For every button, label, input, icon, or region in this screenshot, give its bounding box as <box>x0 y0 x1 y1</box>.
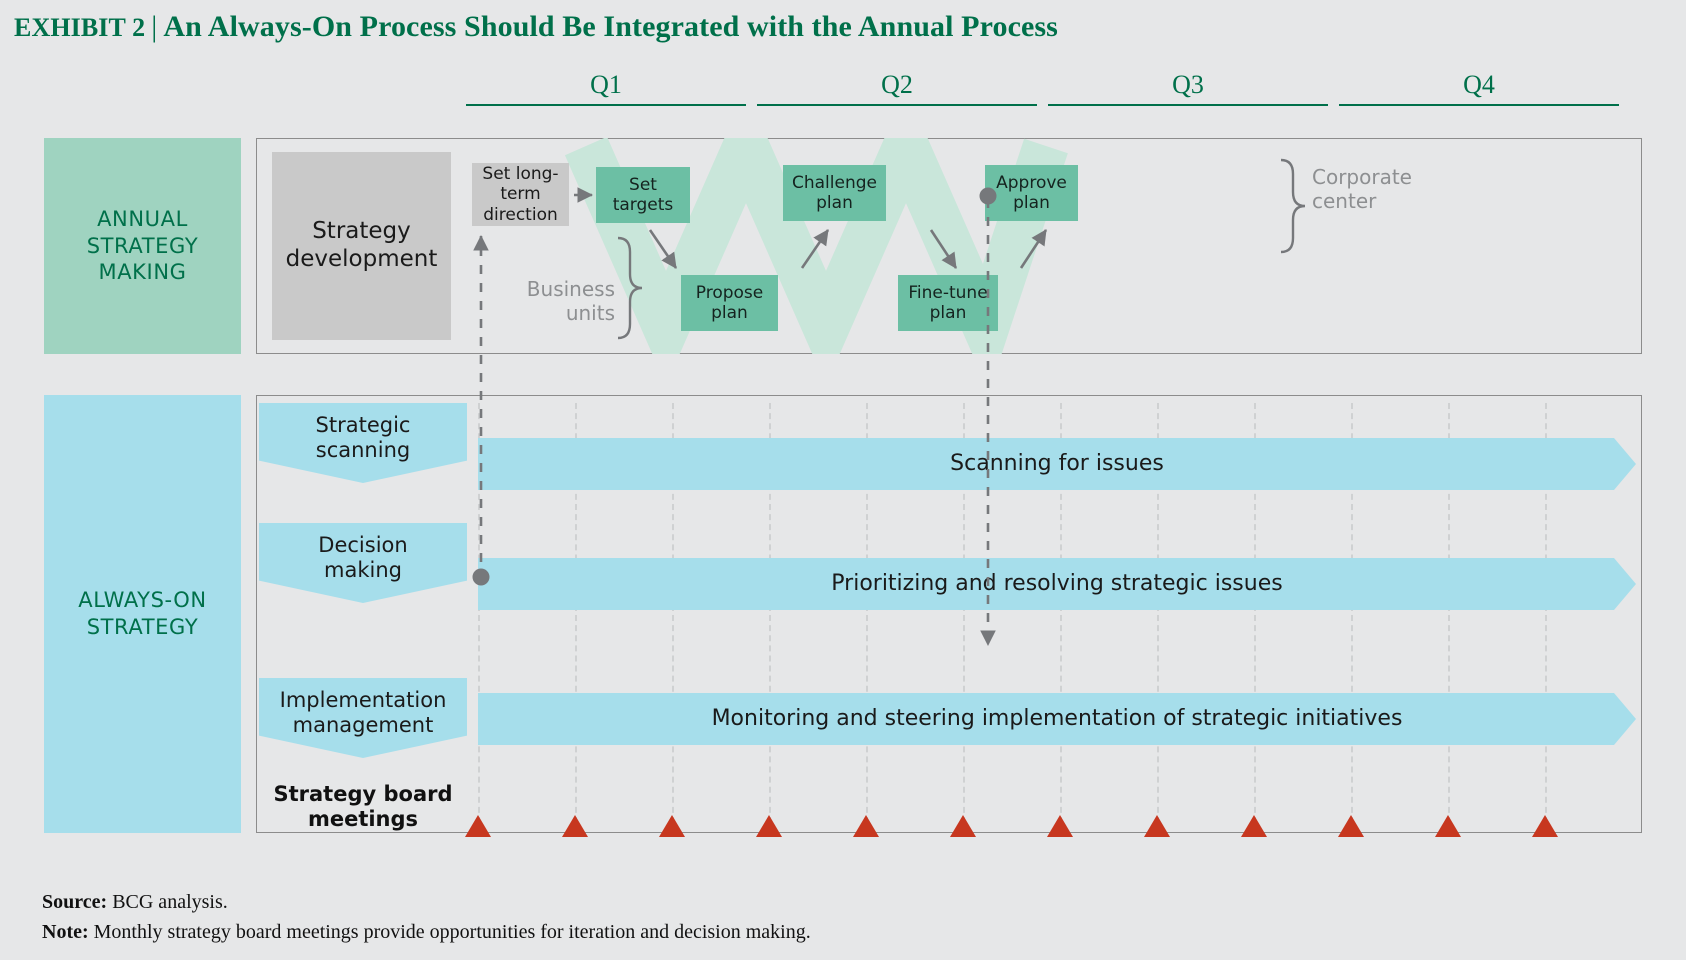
connector-longterm-to-decision <box>472 234 490 586</box>
meeting-marker <box>465 815 491 837</box>
row-label-line-2: making <box>324 558 402 582</box>
note-text: Monthly strategy board meetings provide … <box>93 921 811 943</box>
meeting-marker <box>756 815 782 837</box>
corporate-center-label: Corporate center <box>1312 165 1482 213</box>
row-label-line-1: Strategic <box>315 412 411 437</box>
band-line-2: STRATEGY <box>86 233 199 258</box>
corporate-center-line-2: center <box>1312 189 1377 213</box>
title-headline: An Always-On Process Should Be Integrate… <box>163 10 1058 43</box>
meeting-marker <box>562 815 588 837</box>
band-line-1: ALWAYS-ON <box>78 588 207 613</box>
bar-text: Monitoring and steering implementation o… <box>711 705 1403 731</box>
sbm-line-2: meetings <box>307 807 419 832</box>
row-label-line-1: Implementation <box>279 687 447 712</box>
meeting-marker <box>1532 815 1558 837</box>
source-label: Source: <box>42 891 108 913</box>
note-label: Note: <box>42 921 89 943</box>
footer-source: Source: BCG analysis. <box>42 888 228 916</box>
strategy-board-meeting-markers <box>465 815 1626 841</box>
sbm-line-1: Strategy board <box>273 782 453 806</box>
meeting-marker <box>1241 815 1267 837</box>
page-title: Exhibit 2 | An Always-On Process Should Be… <box>14 10 1614 44</box>
source-text: BCG analysis. <box>112 891 228 913</box>
meeting-marker <box>659 815 685 837</box>
quarter-header-q3: Q3 <box>1048 72 1328 108</box>
quarter-label: Q3 <box>1172 70 1204 99</box>
quarter-rule <box>466 104 746 106</box>
quarter-label: Q4 <box>1463 70 1495 99</box>
quarter-label: Q2 <box>881 70 913 99</box>
bar-monitoring-steering: Monitoring and steering implementation o… <box>478 693 1636 745</box>
meeting-marker <box>1144 815 1170 837</box>
quarter-header-q4: Q4 <box>1339 72 1619 108</box>
row-label-line-1: Decision <box>318 532 408 557</box>
band-line-2: STRATEGY <box>86 615 199 639</box>
row-label-line-2: management <box>292 713 434 737</box>
meeting-marker <box>1435 815 1461 837</box>
decision-making-dot <box>472 568 490 586</box>
quarter-header-q2: Q2 <box>757 72 1037 108</box>
band-line-3: MAKING <box>98 260 187 285</box>
quarter-header-q1: Q1 <box>466 72 746 108</box>
quarter-rule <box>1339 104 1619 106</box>
exhibit-number: Exhibit 2 <box>14 13 146 42</box>
band-line-1: ANNUAL <box>97 206 188 231</box>
title-separator: | <box>151 10 158 43</box>
band-always-on-strategy: ALWAYS-ON STRATEGY <box>44 395 241 833</box>
strategy-board-meetings-label: Strategy board meetings <box>259 782 467 832</box>
meeting-marker <box>853 815 879 837</box>
footer-note: Note: Monthly strategy board meetings pr… <box>42 918 811 946</box>
corporate-center-line-1: Corporate <box>1312 165 1412 189</box>
quarter-rule <box>757 104 1037 106</box>
meeting-marker <box>950 815 976 837</box>
row-label-line-2: scanning <box>315 438 411 462</box>
connector-approve-to-implementation <box>979 187 997 647</box>
quarter-label: Q1 <box>590 70 622 99</box>
band-annual-strategy-making: ANNUAL STRATEGY MAKING <box>44 138 241 354</box>
meeting-marker <box>1047 815 1073 837</box>
meeting-marker <box>1338 815 1364 837</box>
quarter-rule <box>1048 104 1328 106</box>
